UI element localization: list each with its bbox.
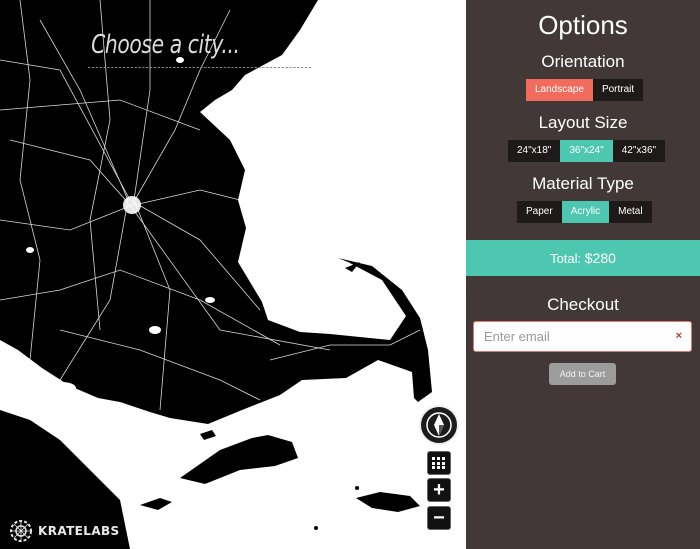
grid-button[interactable] (427, 451, 451, 475)
orientation-landscape-button[interactable]: Landscape (526, 79, 593, 101)
options-panel: Options Orientation Landscape Portrait L… (466, 0, 700, 549)
map-view[interactable]: Choose a city... KRATELABS + − (0, 0, 466, 549)
orientation-group: Landscape Portrait (526, 79, 644, 101)
brand-logo: KRATELABS (8, 518, 120, 544)
grid-icon (432, 457, 445, 469)
layout-size-group: 24"x18" 36"x24" 42"x36" (508, 140, 666, 162)
brand-name: KRATELABS (38, 524, 120, 538)
total-bar: Total: $280 (466, 240, 700, 276)
add-to-cart-button[interactable]: Add to Cart (549, 363, 616, 385)
size-42x36-button[interactable]: 42"x36" (612, 140, 666, 162)
gear-logo-icon (10, 520, 32, 542)
city-search-input[interactable]: Choose a city... (88, 22, 312, 68)
layout-size-heading: Layout Size (538, 113, 628, 132)
material-paper-button[interactable]: Paper (517, 201, 562, 223)
material-metal-button[interactable]: Metal (609, 201, 652, 223)
material-heading: Material Type (532, 174, 634, 193)
compass-button[interactable] (419, 405, 459, 445)
zoom-out-button[interactable]: − (427, 506, 451, 530)
email-field-wrapper: × (473, 321, 692, 352)
size-24x18-button[interactable]: 24"x18" (508, 140, 561, 162)
material-group: Paper Acrylic Metal (517, 201, 652, 223)
checkout-heading: Checkout (547, 295, 619, 314)
email-input[interactable] (474, 322, 664, 351)
clear-icon[interactable]: × (676, 330, 682, 342)
zoom-in-button[interactable]: + (427, 478, 451, 502)
total-label: Total: (550, 251, 582, 266)
total-amount: $280 (584, 250, 616, 266)
material-acrylic-button[interactable]: Acrylic (561, 201, 610, 223)
options-title: Options (538, 10, 628, 40)
map-land (0, 0, 432, 549)
orientation-portrait-button[interactable]: Portrait (592, 79, 644, 101)
size-36x24-button[interactable]: 36"x24" (560, 140, 613, 162)
compass-icon (426, 412, 452, 438)
orientation-heading: Orientation (541, 52, 625, 71)
